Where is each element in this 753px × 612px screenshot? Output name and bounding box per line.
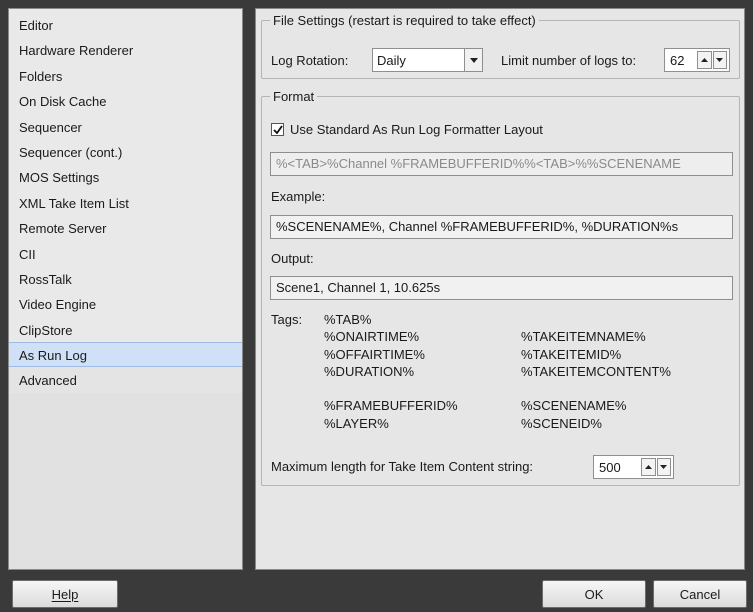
sidebar-items: Editor Hardware Renderer Folders On Disk… [9, 9, 242, 393]
arrow-up-icon [644, 465, 652, 469]
help-button[interactable]: Help [12, 580, 118, 608]
file-settings-title: File Settings (restart is required to ta… [273, 13, 536, 28]
limit-logs-label: Limit number of logs to: [501, 53, 637, 68]
tag-framebufferid: %FRAMEBUFFERID% [324, 398, 458, 413]
tag-takeitemid: %TAKEITEMID% [521, 347, 622, 362]
ok-button-label: OK [584, 586, 604, 602]
arrow-up-icon [700, 58, 708, 62]
log-rotation-value: Daily [377, 53, 406, 68]
format-title: Format [273, 89, 315, 104]
max-length-stepper [641, 458, 671, 476]
sidebar-item-sequencer-cont[interactable]: Sequencer (cont.) [9, 139, 242, 164]
sidebar-item-video-engine[interactable]: Video Engine [9, 291, 242, 316]
limit-logs-value: 62 [670, 53, 685, 68]
max-length-spinbox[interactable]: 500 [593, 455, 674, 479]
max-length-label: Maximum length for Take Item Content str… [271, 459, 534, 474]
sidebar-item-cii[interactable]: CII [9, 241, 242, 266]
sidebar-item-on-disk-cache[interactable]: On Disk Cache [9, 88, 242, 113]
cancel-button[interactable]: Cancel [653, 580, 747, 608]
output-field: Scene1, Channel 1, 10.625s [270, 276, 733, 300]
sidebar-item-sequencer[interactable]: Sequencer [9, 114, 242, 139]
tag-sceneid: %SCENEID% [521, 416, 602, 431]
sidebar-item-folders[interactable]: Folders [9, 63, 242, 88]
as-run-log-settings-panel: File Settings (restart is required to ta… [255, 8, 745, 570]
spin-up-button[interactable] [697, 51, 712, 69]
max-length-value: 500 [599, 460, 621, 475]
sidebar-item-remote-server[interactable]: Remote Server [9, 215, 242, 240]
tag-onairtime: %ONAIRTIME% [324, 329, 420, 344]
tag-layer: %LAYER% [324, 416, 389, 431]
use-standard-layout-label[interactable]: Use Standard As Run Log Formatter Layout [290, 122, 543, 137]
tag-takeitemname: %TAKEITEMNAME% [521, 329, 646, 344]
checkmark-icon [272, 125, 283, 134]
example-field: %SCENENAME%, Channel %FRAMEBUFFERID%, %D… [270, 215, 733, 239]
log-rotation-label: Log Rotation: [271, 53, 349, 68]
sidebar-item-as-run-log[interactable]: As Run Log [9, 342, 242, 368]
cancel-button-label: Cancel [679, 586, 721, 602]
output-label: Output: [271, 251, 314, 266]
log-rotation-dropdown-button[interactable] [464, 49, 482, 71]
sidebar-item-clipstore[interactable]: ClipStore [9, 317, 242, 342]
tags-label: Tags: [271, 312, 303, 327]
sidebar-empty-area [9, 374, 242, 569]
caret-down-icon [469, 57, 478, 63]
spin-down-button[interactable] [656, 458, 671, 476]
arrow-down-icon [716, 58, 724, 62]
ok-button[interactable]: OK [542, 580, 646, 608]
example-label: Example: [271, 189, 326, 204]
spin-up-button[interactable] [641, 458, 656, 476]
spin-down-button[interactable] [712, 51, 727, 69]
sidebar-item-editor[interactable]: Editor [9, 12, 242, 37]
sidebar-item-hardware-renderer[interactable]: Hardware Renderer [9, 37, 242, 62]
tag-takeitemcontent: %TAKEITEMCONTENT% [521, 364, 671, 379]
format-string-input[interactable]: %<TAB>%Channel %FRAMEBUFFERID%%<TAB>%%SC… [270, 152, 733, 176]
sidebar-item-rosstalk[interactable]: RossTalk [9, 266, 242, 291]
sidebar-item-mos-settings[interactable]: MOS Settings [9, 164, 242, 189]
tag-duration: %DURATION% [324, 364, 415, 379]
sidebar-item-xml-take-item-list[interactable]: XML Take Item List [9, 190, 242, 215]
tag-scenename: %SCENENAME% [521, 398, 627, 413]
limit-logs-spinbox[interactable]: 62 [664, 48, 730, 72]
sidebar-item-advanced[interactable]: Advanced [9, 367, 242, 393]
limit-logs-stepper [697, 51, 727, 69]
use-standard-layout-checkbox[interactable] [271, 123, 284, 136]
help-button-label: Help [51, 586, 79, 602]
settings-category-list[interactable]: Editor Hardware Renderer Folders On Disk… [8, 8, 243, 570]
tag-offairtime: %OFFAIRTIME% [324, 347, 425, 362]
tag-tab: %TAB% [324, 312, 372, 327]
log-rotation-dropdown[interactable]: Daily [372, 48, 483, 72]
arrow-down-icon [660, 465, 668, 469]
